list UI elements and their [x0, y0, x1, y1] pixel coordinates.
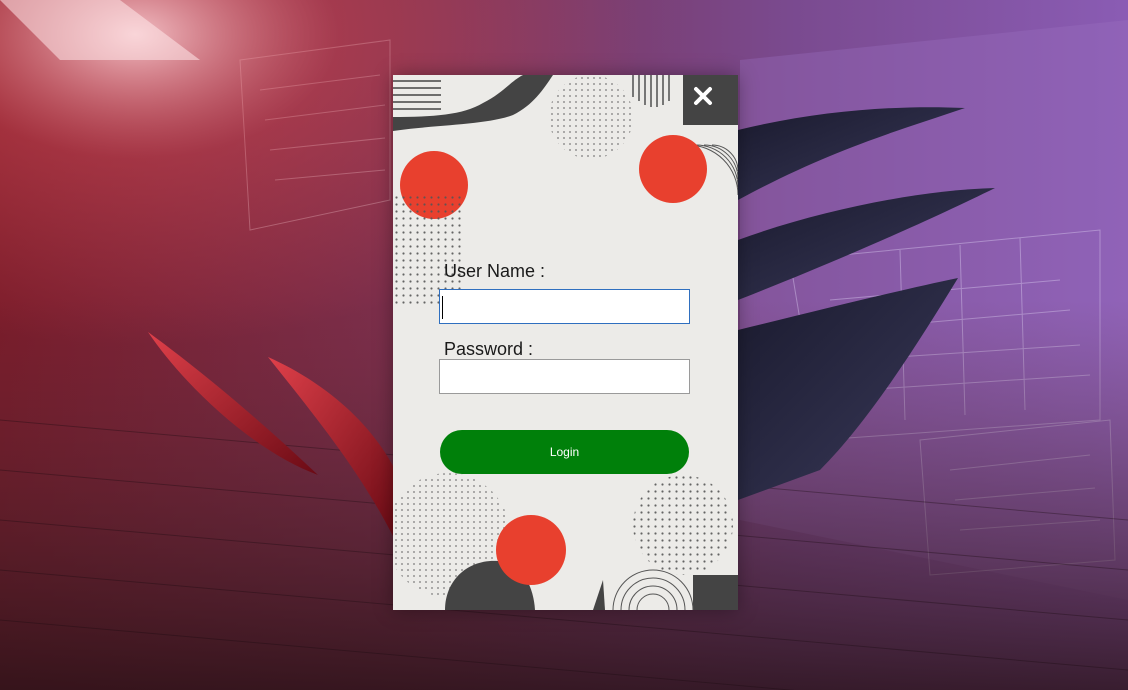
- close-button[interactable]: [686, 79, 720, 113]
- login-button[interactable]: Login: [440, 430, 689, 474]
- username-input[interactable]: [439, 289, 690, 324]
- login-window: User Name : Password : Login: [393, 75, 738, 610]
- username-label: User Name :: [444, 261, 546, 281]
- password-label: Password :: [444, 339, 534, 359]
- close-icon: [694, 87, 712, 105]
- text-caret: [442, 296, 443, 319]
- password-input[interactable]: [439, 359, 690, 394]
